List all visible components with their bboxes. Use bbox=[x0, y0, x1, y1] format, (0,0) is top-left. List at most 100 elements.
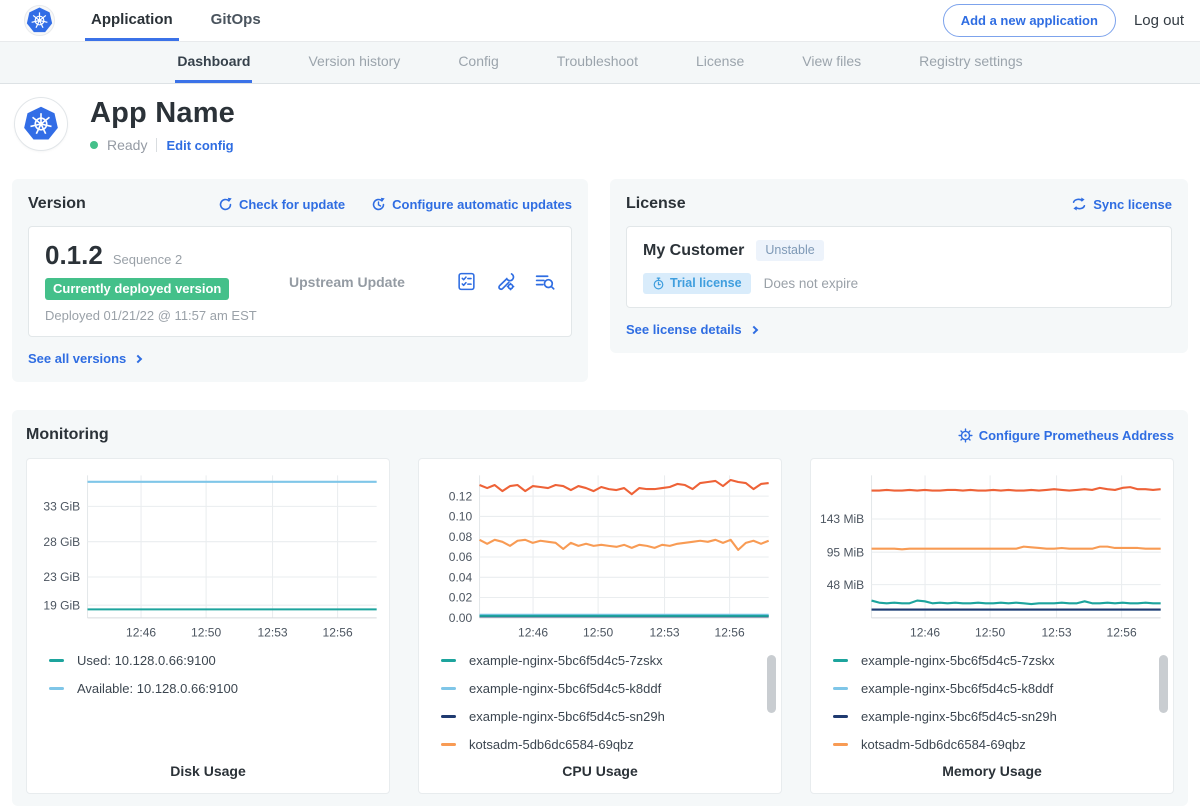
legend-item: Available: 10.128.0.66:9100 bbox=[49, 681, 383, 696]
series-color-swatch bbox=[833, 743, 848, 746]
edit-config-link[interactable]: Edit config bbox=[166, 138, 233, 153]
svg-text:33 GiB: 33 GiB bbox=[43, 500, 80, 514]
chevron-right-icon bbox=[749, 325, 757, 333]
legend-label: example-nginx-5bc6f5d4c5-sn29h bbox=[469, 709, 665, 724]
add-application-button[interactable]: Add a new application bbox=[943, 4, 1116, 37]
svg-text:12:50: 12:50 bbox=[975, 626, 1005, 640]
license-customer-name: My Customer bbox=[643, 242, 744, 260]
version-source: Upstream Update bbox=[289, 274, 456, 290]
sync-license-link[interactable]: Sync license bbox=[1071, 196, 1172, 212]
topnav-tab-application[interactable]: Application bbox=[85, 0, 179, 41]
legend-item: example-nginx-5bc6f5d4c5-7zskx bbox=[833, 653, 1167, 668]
svg-text:0.12: 0.12 bbox=[449, 489, 473, 503]
subnav-tab-troubleshoot[interactable]: Troubleshoot bbox=[555, 42, 640, 83]
subnav-tab-dashboard[interactable]: Dashboard bbox=[175, 42, 252, 83]
chevron-right-icon bbox=[134, 354, 142, 362]
monitoring-card: Monitoring Configure Prometheus Address … bbox=[12, 410, 1188, 806]
svg-text:28 GiB: 28 GiB bbox=[43, 535, 80, 549]
legend-item: example-nginx-5bc6f5d4c5-k8ddf bbox=[833, 681, 1167, 696]
svg-text:0.10: 0.10 bbox=[449, 510, 473, 524]
series-color-swatch bbox=[441, 743, 456, 746]
legend-label: Used: 10.128.0.66:9100 bbox=[77, 653, 216, 668]
subnav-tab-version-history[interactable]: Version history bbox=[306, 42, 402, 83]
svg-text:12:56: 12:56 bbox=[1107, 626, 1137, 640]
chart-legend: Used: 10.128.0.66:9100 Available: 10.128.… bbox=[33, 643, 383, 763]
legend-label: example-nginx-5bc6f5d4c5-7zskx bbox=[469, 653, 663, 668]
page-title: App Name bbox=[90, 97, 235, 130]
license-panel: My Customer Unstable Trial license Does … bbox=[626, 226, 1172, 308]
refresh-icon bbox=[218, 197, 233, 212]
subnav-tab-license[interactable]: License bbox=[694, 42, 746, 83]
svg-text:12:50: 12:50 bbox=[583, 626, 613, 640]
channel-badge: Unstable bbox=[756, 240, 823, 261]
chart-title: Disk Usage bbox=[33, 763, 383, 779]
legend-item: example-nginx-5bc6f5d4c5-k8ddf bbox=[441, 681, 775, 696]
legend-scrollbar[interactable] bbox=[1159, 655, 1168, 765]
disk-usage-chart: 19 GiB23 GiB28 GiB33 GiB12:4612:5012:531… bbox=[33, 467, 383, 643]
subnav-tab-config[interactable]: Config bbox=[456, 42, 500, 83]
legend-label: example-nginx-5bc6f5d4c5-k8ddf bbox=[469, 681, 661, 696]
see-all-versions-link[interactable]: See all versions bbox=[28, 351, 141, 366]
scrollbar-thumb[interactable] bbox=[767, 655, 776, 713]
deployed-timestamp: Deployed 01/21/22 @ 11:57 am EST bbox=[45, 308, 263, 323]
version-card: Version Check for update Configure au bbox=[12, 179, 588, 382]
license-card-title: License bbox=[626, 195, 686, 213]
brand-logo[interactable] bbox=[24, 0, 55, 41]
svg-text:12:53: 12:53 bbox=[1041, 626, 1071, 640]
check-for-update-link[interactable]: Check for update bbox=[218, 197, 345, 212]
gear-icon bbox=[958, 428, 973, 443]
view-deploy-logs-icon[interactable] bbox=[534, 271, 555, 292]
svg-text:0.02: 0.02 bbox=[449, 591, 473, 605]
svg-text:12:56: 12:56 bbox=[323, 626, 353, 640]
legend-label: example-nginx-5bc6f5d4c5-7zskx bbox=[861, 653, 1055, 668]
memory-usage-chart: 48 MiB95 MiB143 MiB12:4612:5012:5312:56 bbox=[817, 467, 1167, 643]
scrollbar-thumb[interactable] bbox=[1159, 655, 1168, 713]
kubernetes-logo-icon bbox=[26, 7, 53, 34]
legend-item: Used: 10.128.0.66:9100 bbox=[49, 653, 383, 668]
svg-text:0.00: 0.00 bbox=[449, 611, 473, 625]
svg-text:0.04: 0.04 bbox=[449, 571, 473, 585]
configure-prometheus-link[interactable]: Configure Prometheus Address bbox=[958, 428, 1174, 443]
memory-usage-chart-card: 48 MiB95 MiB143 MiB12:4612:5012:5312:56 … bbox=[810, 458, 1174, 794]
status-text: Ready bbox=[107, 137, 147, 153]
subnav-tab-registry-settings[interactable]: Registry settings bbox=[917, 42, 1024, 83]
chart-title: CPU Usage bbox=[425, 763, 775, 779]
cpu-usage-chart: 0.000.020.040.060.080.100.1212:4612:5012… bbox=[425, 467, 775, 643]
series-color-swatch bbox=[49, 687, 64, 690]
svg-text:12:50: 12:50 bbox=[191, 626, 221, 640]
app-subnav: Dashboard Version history Config Troublesho… bbox=[0, 42, 1200, 84]
version-number: 0.1.2 bbox=[45, 240, 103, 271]
svg-text:12:53: 12:53 bbox=[257, 626, 287, 640]
series-color-swatch bbox=[441, 659, 456, 662]
sync-icon bbox=[1071, 196, 1087, 212]
kubernetes-app-icon bbox=[23, 106, 59, 142]
legend-item: kotsadm-5db6dc6584-69qbz bbox=[441, 737, 775, 752]
svg-text:48 MiB: 48 MiB bbox=[827, 578, 864, 592]
disk-usage-chart-card: 19 GiB23 GiB28 GiB33 GiB12:4612:5012:531… bbox=[26, 458, 390, 794]
preflight-checks-icon[interactable] bbox=[456, 271, 477, 292]
app-avatar bbox=[14, 97, 68, 151]
schedule-update-icon bbox=[371, 197, 386, 212]
edit-config-icon[interactable] bbox=[495, 271, 516, 292]
monitoring-title: Monitoring bbox=[26, 426, 109, 444]
logout-button[interactable]: Log out bbox=[1134, 12, 1184, 29]
topnav-tabs: Application GitOps bbox=[85, 0, 267, 41]
deployed-badge: Currently deployed version bbox=[45, 278, 229, 300]
svg-text:12:46: 12:46 bbox=[518, 626, 548, 640]
configure-automatic-updates-link[interactable]: Configure automatic updates bbox=[371, 197, 572, 212]
subnav-tab-view-files[interactable]: View files bbox=[800, 42, 863, 83]
see-license-details-link[interactable]: See license details bbox=[626, 322, 757, 337]
svg-text:12:53: 12:53 bbox=[649, 626, 679, 640]
topnav-tab-gitops[interactable]: GitOps bbox=[205, 0, 267, 41]
legend-item: example-nginx-5bc6f5d4c5-sn29h bbox=[441, 709, 775, 724]
series-color-swatch bbox=[833, 687, 848, 690]
svg-text:0.08: 0.08 bbox=[449, 530, 473, 544]
legend-scrollbar[interactable] bbox=[767, 655, 776, 765]
divider bbox=[156, 138, 157, 152]
legend-label: Available: 10.128.0.66:9100 bbox=[77, 681, 238, 696]
license-type-badge: Trial license bbox=[643, 273, 751, 294]
app-header: App Name Ready Edit config bbox=[0, 84, 1200, 171]
legend-label: kotsadm-5db6dc6584-69qbz bbox=[469, 737, 634, 752]
svg-text:12:56: 12:56 bbox=[715, 626, 745, 640]
legend-item: kotsadm-5db6dc6584-69qbz bbox=[833, 737, 1167, 752]
